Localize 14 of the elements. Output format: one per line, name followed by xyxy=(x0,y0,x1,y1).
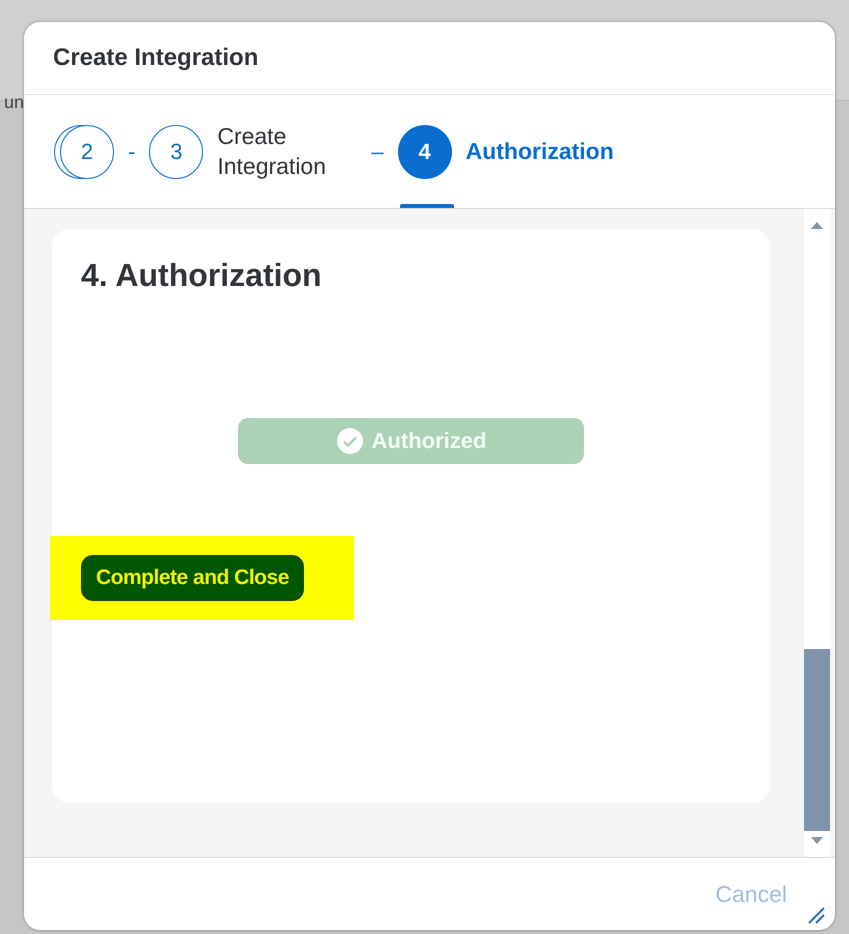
wizard-step[interactable]: 4 Authorization xyxy=(398,95,614,208)
scrollbar-thumb[interactable] xyxy=(804,649,830,831)
section-heading: 4. Authorization xyxy=(81,257,323,294)
resize-handle-icon[interactable] xyxy=(807,906,825,924)
scroll-down-icon[interactable] xyxy=(811,837,823,845)
wizard-step[interactable]: 2 xyxy=(54,95,114,208)
complete-and-close-button[interactable]: Complete and Close xyxy=(81,555,304,601)
step-separator: - xyxy=(128,138,136,164)
background-text: un xyxy=(4,92,24,113)
dialog-title: Create Integration xyxy=(53,44,258,72)
scroll-up-icon[interactable] xyxy=(811,221,823,229)
wizard-step[interactable]: 3 Create Integration xyxy=(149,95,358,208)
step-separator: – xyxy=(371,138,384,164)
check-circle-icon xyxy=(336,427,364,455)
